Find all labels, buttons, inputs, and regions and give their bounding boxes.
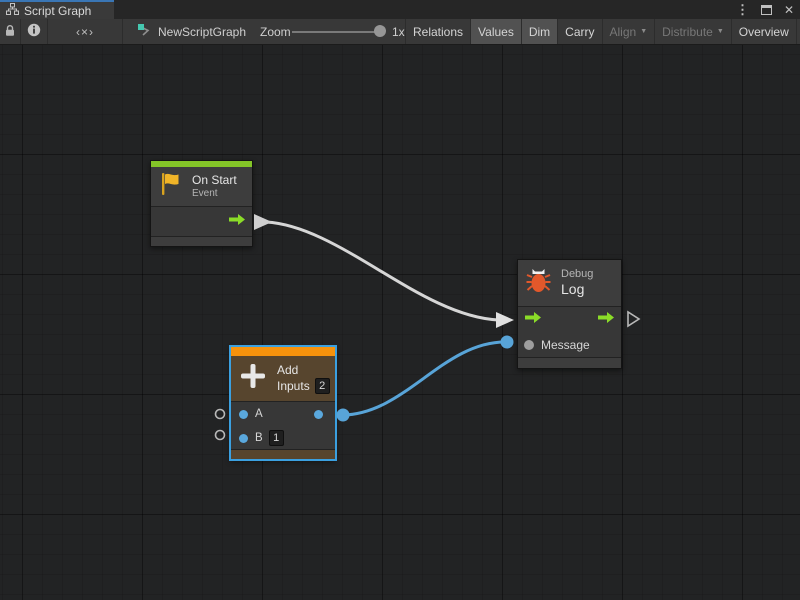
toolbar-toggle-group: Relations Values Dim Carry Align ▼ Distr…	[405, 19, 800, 44]
values-button[interactable]: Values	[470, 19, 521, 44]
plus-icon	[238, 361, 268, 396]
lock-icon	[4, 24, 16, 40]
node-header[interactable]: Add Inputs 2	[231, 356, 335, 401]
code-icon: ‹×›	[76, 25, 94, 39]
flow-input-port[interactable]	[524, 311, 542, 329]
chevron-down-icon: ▼	[717, 28, 724, 35]
graph-asset-icon	[137, 23, 152, 40]
distribute-dropdown[interactable]: Distribute ▼	[654, 19, 731, 44]
message-port-label: Message	[541, 338, 590, 352]
zoom-label: Zoom	[260, 19, 291, 44]
node-title: On Start	[192, 173, 237, 188]
distribute-label: Distribute	[662, 25, 713, 39]
value-input-port-a[interactable]	[239, 410, 248, 419]
graph-canvas[interactable]: On Start Event Add	[0, 45, 800, 600]
align-label: Align	[610, 25, 637, 39]
tab-title: Script Graph	[24, 4, 91, 18]
fullscreen-button[interactable]: Full S	[796, 19, 800, 44]
node-add[interactable]: Add Inputs 2 A B 1	[230, 346, 336, 460]
graph-asset-reference[interactable]: NewScriptGraph	[137, 19, 246, 44]
flag-icon	[158, 171, 184, 202]
maximize-icon[interactable]	[761, 5, 772, 15]
node-header[interactable]: Debug Log	[518, 260, 621, 306]
port-b-value-field[interactable]: 1	[269, 430, 284, 446]
message-port-row: Message	[518, 332, 621, 357]
inputs-count-field[interactable]: 2	[315, 378, 330, 394]
flow-output-port[interactable]	[597, 311, 615, 329]
graph-name: NewScriptGraph	[158, 25, 246, 39]
info-icon	[27, 23, 41, 40]
node-on-start[interactable]: On Start Event	[150, 160, 253, 247]
flow-output-port[interactable]	[228, 213, 246, 231]
zoom-slider[interactable]	[292, 19, 388, 44]
code-preview-button[interactable]: ‹×›	[48, 19, 123, 44]
info-button[interactable]	[21, 19, 48, 44]
close-icon[interactable]: ✕	[782, 4, 796, 16]
node-category: Debug	[561, 268, 593, 281]
message-input-port[interactable]	[524, 340, 534, 350]
node-subtitle: Event	[192, 188, 237, 200]
carry-button[interactable]: Carry	[557, 19, 601, 44]
node-footer	[518, 357, 621, 368]
node-title: Add	[277, 363, 330, 378]
flow-port-row	[518, 307, 621, 332]
graph-toolbar: ‹×› NewScriptGraph Zoom 1x Relations Val…	[0, 19, 800, 45]
zoom-slider-handle[interactable]	[374, 25, 386, 37]
overview-button[interactable]: Overview	[731, 19, 796, 44]
relations-button[interactable]: Relations	[405, 19, 470, 44]
math-accent-bar	[231, 347, 335, 356]
menu-kebab-icon[interactable]: ⋮	[734, 3, 751, 16]
value-input-port-b[interactable]	[239, 434, 248, 443]
node-footer	[151, 236, 252, 246]
node-footer	[231, 449, 335, 459]
lock-button[interactable]	[0, 19, 21, 44]
zoom-value: 1x	[392, 19, 405, 44]
window-tab-bar: Script Graph ⋮ ✕	[0, 0, 800, 19]
port-a-label: A	[255, 408, 263, 420]
chevron-down-icon: ▼	[640, 28, 647, 35]
port-row-a: A	[231, 402, 335, 426]
zoom-slider-track[interactable]	[292, 31, 382, 33]
align-dropdown[interactable]: Align ▼	[602, 19, 655, 44]
bug-icon	[525, 267, 552, 300]
node-header[interactable]: On Start Event	[151, 167, 252, 206]
script-graph-icon	[6, 3, 19, 18]
node-title: Log	[561, 281, 593, 299]
port-row-b: B 1	[231, 426, 335, 450]
port-b-label: B	[255, 432, 263, 444]
tab-script-graph[interactable]: Script Graph	[0, 0, 114, 19]
value-output-port[interactable]	[314, 410, 323, 419]
dim-button[interactable]: Dim	[521, 19, 557, 44]
inputs-label: Inputs	[277, 379, 310, 394]
node-debug-log[interactable]: Debug Log Message	[517, 259, 622, 369]
